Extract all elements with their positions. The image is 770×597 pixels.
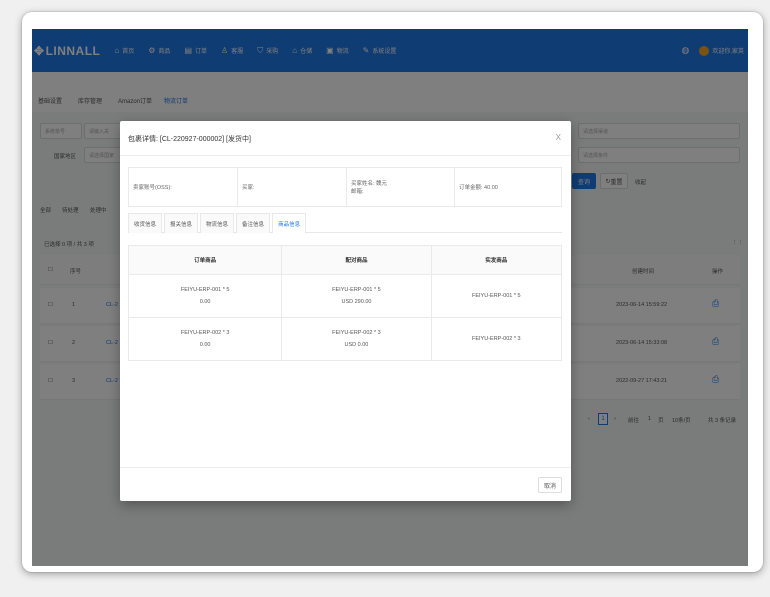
app-root: ✥ LINNALL ⌂首页 ⚙商品 ▤订单 ♙客服 ⛉采购 ⌂仓储 ▣物流 ✎系… xyxy=(32,29,748,566)
modal-title: 包裹详情: [CL-220927-000002] [发货中] xyxy=(128,136,251,143)
shipped-product-cell: FEIYU-ERP-001 * 5 xyxy=(432,275,561,317)
order-product-cell: FEIYU-ERP-002 * 3 0.00 xyxy=(129,318,283,360)
order-sku: FEIYU-ERP-002 * 3 xyxy=(180,330,230,336)
table-header: 订单商品 配对商品 实发商品 xyxy=(129,246,561,275)
buyer-email: 邮箱: xyxy=(351,189,364,195)
divider xyxy=(120,155,571,156)
cancel-button[interactable]: 取消 xyxy=(538,477,562,493)
table-row: FEIYU-ERP-001 * 5 0.00 FEIYU-ERP-001 * 5… xyxy=(129,275,561,318)
actual-sku: FEIYU-ERP-002 * 3 xyxy=(472,336,521,342)
table-row: FEIYU-ERP-002 * 3 0.00 FEIYU-ERP-002 * 3… xyxy=(129,318,561,360)
actual-sku: FEIYU-ERP-001 * 5 xyxy=(472,293,521,299)
header-matched-product: 配对商品 xyxy=(282,246,432,274)
buyer: 买家: xyxy=(238,168,347,206)
match-sku: FEIYU-ERP-001 * 5 xyxy=(332,287,381,293)
order-sku: FEIYU-ERP-001 * 5 xyxy=(180,287,230,293)
header-order-product: 订单商品 xyxy=(129,246,283,274)
seller-account: 卖家账号(OSS): xyxy=(129,168,238,206)
divider xyxy=(120,467,571,468)
product-table: 订单商品 配对商品 实发商品 FEIYU-ERP-001 * 5 0.00 FE… xyxy=(128,245,562,361)
order-amount: 订单金额: 40.00 xyxy=(459,185,498,191)
package-detail-modal: 包裹详情: [CL-220927-000002] [发货中] X 卖家账号(OS… xyxy=(120,121,571,501)
matched-product-cell: FEIYU-ERP-001 * 5 USD 290.00 xyxy=(282,275,432,317)
header-shipped-product: 实发商品 xyxy=(431,246,561,274)
match-sku: FEIYU-ERP-002 * 3 xyxy=(332,330,381,336)
shipped-product-cell: FEIYU-ERP-002 * 3 xyxy=(432,318,561,360)
buyer-name: 买家姓名: 魏元 xyxy=(351,181,388,187)
match-price: USD 0.00 xyxy=(344,342,369,348)
order-info-box: 卖家账号(OSS): 买家: 买家姓名: 魏元 邮箱: 订单金额: 40.00 xyxy=(128,167,562,207)
buyer-contact: 买家姓名: 魏元 邮箱: xyxy=(347,168,455,206)
tab-product-info[interactable]: 商品信息 xyxy=(272,213,307,233)
order-product-cell: FEIYU-ERP-001 * 5 0.00 xyxy=(129,275,283,317)
detail-tabs: 收货信息 报关信息 物流信息 备注信息 商品信息 xyxy=(128,213,562,233)
close-icon[interactable]: X xyxy=(556,133,561,142)
tab-logistics-info[interactable]: 物流信息 xyxy=(200,213,235,233)
window-frame: ✥ LINNALL ⌂首页 ⚙商品 ▤订单 ♙客服 ⛉采购 ⌂仓储 ▣物流 ✎系… xyxy=(22,12,763,572)
order-price: 0.00 xyxy=(199,342,211,348)
matched-product-cell: FEIYU-ERP-002 * 3 USD 0.00 xyxy=(282,318,432,360)
match-price: USD 290.00 xyxy=(341,299,372,305)
tab-shipping-info[interactable]: 收货信息 xyxy=(128,213,163,233)
order-price: 0.00 xyxy=(199,299,211,305)
tab-remark-info[interactable]: 备注信息 xyxy=(236,213,271,233)
tab-customs-info[interactable]: 报关信息 xyxy=(164,213,199,233)
